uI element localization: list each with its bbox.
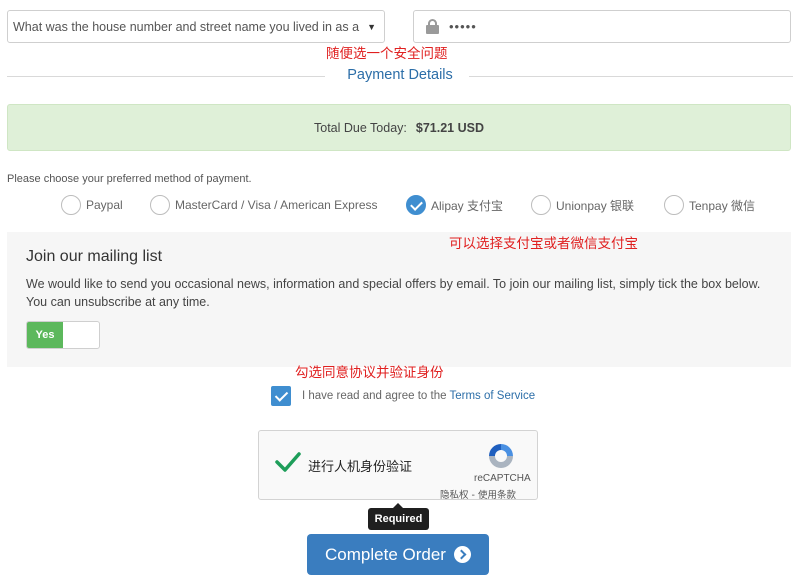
chevron-down-icon: ▼ [367,21,376,32]
tos-link[interactable]: Terms of Service [450,390,536,402]
payment-method-label: Paypal [86,198,123,212]
security-question-select[interactable]: What was the house number and street nam… [7,10,385,43]
tos-text: I have read and agree to the [302,390,447,402]
payment-method-prompt: Please choose your preferred method of p… [7,173,252,185]
recaptcha-widget: 进行人机身份验证 reCAPTCHA 隐私权 - 使用条款 [258,430,538,501]
payment-method-alipay[interactable]: Alipay 支付宝 [406,194,503,216]
payment-method-label: Alipay 支付宝 [431,198,504,213]
mailing-list-description: We would like to send you occasional new… [26,277,761,309]
radio-tenpay[interactable] [664,195,684,215]
checkmark-icon[interactable] [275,451,301,473]
payment-method-label: Unionpay 银联 [556,198,635,213]
payment-method-label: MasterCard / Visa / American Express [175,198,378,212]
recaptcha-logo-icon [489,444,513,468]
radio-alipay[interactable] [406,195,426,215]
payment-method-label: Tenpay 微信 [689,198,756,213]
required-tooltip: Required [368,503,429,530]
security-answer-input[interactable]: ••••• [413,10,791,43]
lock-icon [426,19,439,34]
payment-details-title: Payment Details [347,67,453,83]
payment-method-unionpay[interactable]: Unionpay 银联 [531,194,634,216]
annotation-payment-hint: 可以选择支付宝或者微信支付宝 [449,236,638,252]
total-due-amount: $71.21 USD [415,120,484,135]
toggle-on-label: Yes [27,322,63,348]
mailing-list-toggle[interactable]: Yes [26,321,100,349]
tos-agreement: I have read and agree to the Terms of Se… [271,386,535,406]
recaptcha-label: 进行人机身份验证 [308,460,413,475]
total-due-box: Total Due Today: $71.21 USD [7,104,791,151]
annotation-agree-hint: 勾选同意协议并验证身份 [295,365,444,381]
payment-details-header: Payment Details [7,63,793,91]
recaptcha-brand: reCAPTCHA [474,473,531,484]
total-due-label: Total Due Today: [314,120,407,135]
radio-card[interactable] [150,195,170,215]
arrow-right-circle-icon [453,546,471,563]
radio-unionpay[interactable] [531,195,551,215]
complete-order-button[interactable]: Complete Order [307,534,489,575]
payment-method-card[interactable]: MasterCard / Visa / American Express [150,194,378,216]
complete-order-label: Complete Order [325,544,446,564]
security-question-value: What was the house number and street nam… [13,19,364,34]
recaptcha-links[interactable]: 隐私权 - 使用条款 [440,487,516,501]
radio-paypal[interactable] [61,195,81,215]
payment-method-paypal[interactable]: Paypal [61,194,123,216]
security-answer-value: ••••• [449,19,477,34]
mailing-list-panel: Join our mailing list We would like to s… [7,232,791,367]
annotation-security-hint: 随便选一个安全问题 [326,46,448,62]
tos-checkbox[interactable] [271,386,291,406]
mailing-list-title: Join our mailing list [26,248,163,265]
payment-method-tenpay[interactable]: Tenpay 微信 [664,194,755,216]
